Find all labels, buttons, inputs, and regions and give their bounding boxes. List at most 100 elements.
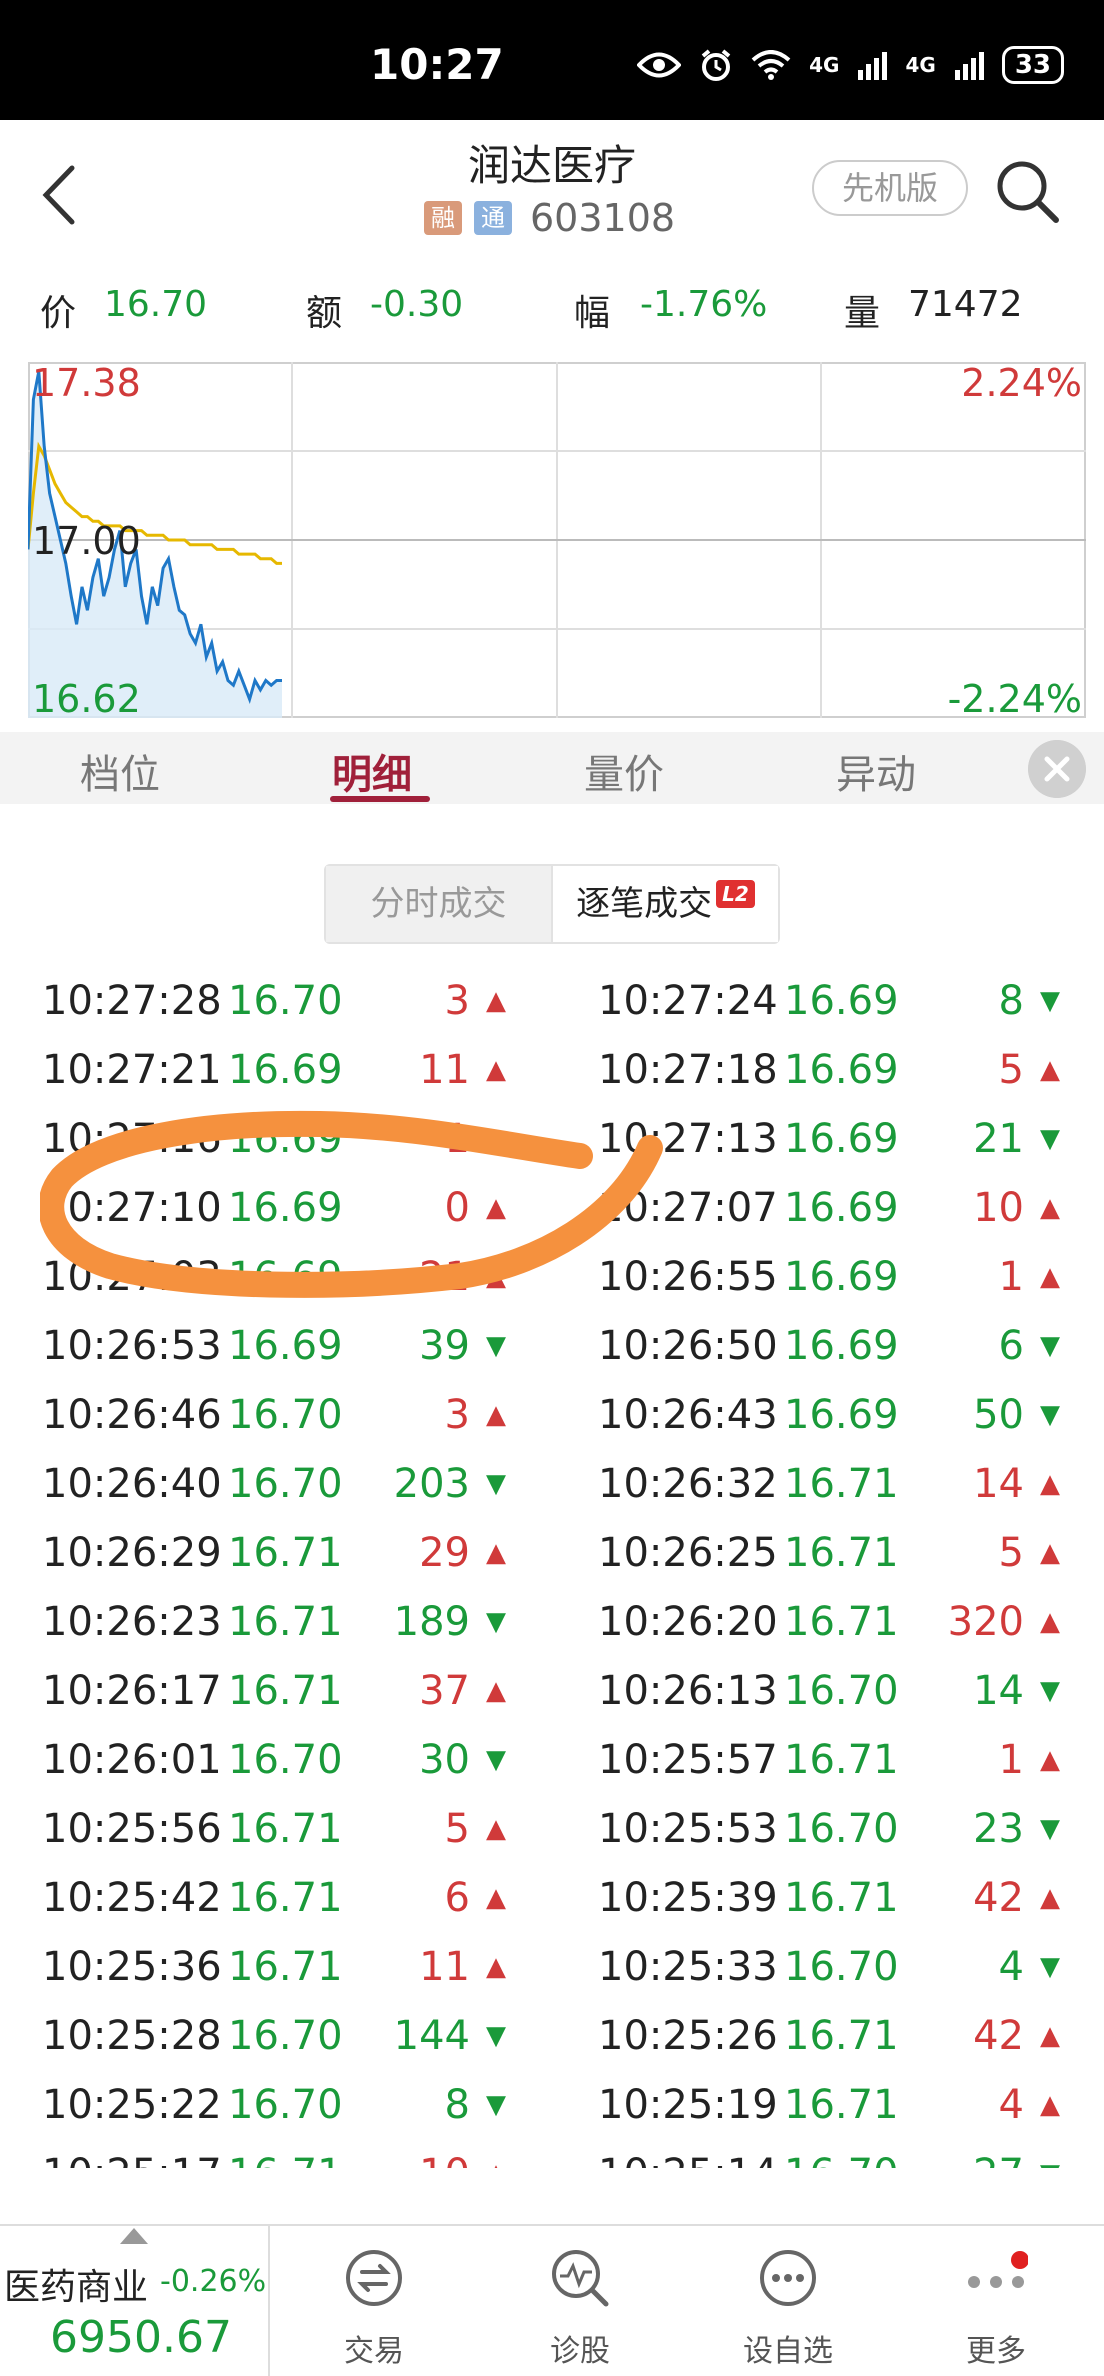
table-row: 10:25:28 16.70 144 ▼ 10:25:26 16.71 42 ▲ [0, 2011, 1104, 2080]
diagnose-icon [552, 2250, 609, 2307]
sector-index-box[interactable]: 医药商业 -0.26% 6950.67 [0, 2226, 270, 2376]
trade-price: 16.71 [784, 1599, 899, 1645]
trade-list[interactable]: 10:27:28 16.70 3 ▲ 10:27:24 16.69 8 ▼ 10:27:21 16… [0, 976, 1104, 2168]
table-row: 10:27:21 16.69 11 ▲ 10:27:18 16.69 5 ▲ [0, 1045, 1104, 1114]
search-icon[interactable] [992, 156, 1062, 226]
close-icon[interactable] [1028, 740, 1086, 798]
down-arrow-icon: ▼ [1040, 1676, 1060, 1706]
eye-icon [637, 52, 682, 78]
trade-price: 16.71 [228, 2151, 348, 2168]
nav-trade[interactable]: 交易 [294, 2226, 454, 2376]
trade-price: 16.70 [228, 2082, 343, 2128]
tick-trades-label: 逐笔成交 [576, 884, 713, 924]
change-label: 幅 [574, 293, 611, 334]
trade-price: 16.71 [784, 1530, 899, 1576]
trade-price: 16.69 [228, 1254, 343, 1300]
nav-diagnose[interactable]: 诊股 [500, 2226, 660, 2376]
minute-trades-option[interactable]: 分时成交 [326, 866, 553, 942]
status-bar: 10:27 4G 4G 33 [0, 0, 1104, 120]
amount-label: 额 [306, 293, 343, 334]
down-arrow-icon: ▼ [1040, 1124, 1060, 1154]
trade-volume: 1 [444, 1116, 470, 1162]
table-row: 10:27:10 16.69 0 ▲ 10:27:07 16.69 10 ▲ [0, 1183, 1104, 1252]
trade-volume: 6 [444, 1875, 470, 1921]
trade-volume: 144 [393, 2013, 470, 2059]
signal-bars-icon-2 [954, 52, 984, 80]
trade-mode-toggle: 分时成交 逐笔成交 L2 [324, 864, 780, 944]
nav-add-watchlist[interactable]: 设自选 [708, 2226, 868, 2376]
trade-volume: 4 [998, 2082, 1024, 2128]
trade-volume: 3 [444, 978, 470, 1024]
up-arrow-icon: ▲ [486, 1400, 506, 1430]
trade-price: 16.69 [784, 1185, 899, 1231]
table-row: 10:27:16 16.69 1 ▲ 10:27:13 16.69 21 ▼ [0, 1114, 1104, 1183]
table-row: 10:25:56 16.71 5 ▲ 10:25:53 16.70 23 ▼ [0, 1804, 1104, 1873]
tab-details[interactable]: 明细 [332, 742, 412, 800]
down-arrow-icon: ▼ [486, 2021, 506, 2051]
trade-price: 16.70 [784, 1806, 899, 1852]
up-arrow-icon: ▲ [486, 1055, 506, 1085]
trade-price: 16.69 [228, 1047, 343, 1093]
trade-volume: 1 [998, 1737, 1024, 1783]
trade-price: 16.69 [228, 1323, 343, 1369]
wifi-icon [751, 50, 791, 80]
sector-change: -0.26% [160, 2264, 267, 2299]
trade-price: 16.69 [228, 1185, 343, 1231]
nav-add-watchlist-label: 设自选 [743, 2334, 833, 2369]
nav-more[interactable]: 更多 [916, 2226, 1076, 2376]
more-dots-circle-icon [760, 2250, 816, 2306]
price-value: 16.70 [104, 284, 208, 325]
trade-volume: 37 [419, 1668, 470, 1714]
y-low-label: 16.62 [32, 677, 141, 718]
preview-version-button[interactable]: 先机版 [812, 160, 968, 216]
tab-order-book[interactable]: 档位 [80, 742, 160, 800]
up-arrow-icon: ▲ [486, 1952, 506, 1982]
down-arrow-icon: ▼ [1040, 1952, 1060, 1982]
bottom-bar: 医药商业 -0.26% 6950.67 交易 诊股 设自选 更多 [0, 2224, 1104, 2376]
trade-volume: 23 [973, 1806, 1024, 1852]
trade-price: 16.69 [784, 1254, 899, 1300]
signal-icon-1: 4G [809, 53, 840, 77]
down-arrow-icon: ▼ [486, 2090, 506, 2120]
up-arrow-icon: ▲ [1040, 1745, 1060, 1775]
y-high-label: 17.38 [32, 362, 141, 405]
trade-volume: 14 [973, 1668, 1024, 1714]
table-row: 10:26:17 16.71 37 ▲ 10:26:13 16.70 14 ▼ [0, 1666, 1104, 1735]
table-row: 10:27:03 16.69 21 ▲ 10:26:55 16.69 1 ▲ [0, 1252, 1104, 1321]
trade-price: 16.71 [784, 2082, 899, 2128]
trade-volume: 189 [393, 1599, 470, 1645]
tab-volume-price[interactable]: 量价 [584, 742, 664, 800]
status-time: 10:27 [370, 40, 504, 89]
expand-caret-icon[interactable] [120, 2228, 148, 2244]
trade-price: 16.71 [228, 1944, 343, 1990]
trade-volume: 11 [419, 1047, 470, 1093]
trade-price: 16.70 [784, 1668, 899, 1714]
down-arrow-icon: ▼ [1040, 1400, 1060, 1430]
tick-trades-option[interactable]: 逐笔成交 L2 [553, 866, 778, 942]
active-tab-indicator [330, 796, 430, 802]
volume-value: 71472 [908, 284, 1023, 325]
trade-price: 16.71 [784, 1737, 899, 1783]
pct-low-label: -2.24% [948, 677, 1082, 718]
trade-price: 16.69 [784, 978, 899, 1024]
intraday-chart[interactable]: 17.38 17.00 16.62 2.24% -2.24% [28, 362, 1086, 718]
trade-volume: 8 [998, 978, 1024, 1024]
tab-anomaly[interactable]: 异动 [836, 742, 916, 800]
y-mid-label: 17.00 [32, 519, 141, 563]
table-row: 10:26:01 16.70 30 ▼ 10:25:57 16.71 1 ▲ [0, 1735, 1104, 1804]
trade-volume: 5 [998, 1047, 1024, 1093]
up-arrow-icon: ▲ [486, 1193, 506, 1223]
trade-volume: 320 [947, 1599, 1024, 1645]
up-arrow-icon: ▲ [486, 1814, 506, 1844]
trade-volume: 42 [973, 2013, 1024, 2059]
table-row: 10:27:28 16.70 3 ▲ 10:27:24 16.69 8 ▼ [0, 976, 1104, 1045]
trade-volume: 3 [444, 1392, 470, 1438]
up-arrow-icon: ▲ [486, 1262, 506, 1292]
down-arrow-icon: ▼ [1040, 1814, 1060, 1844]
battery-icon: 33 [1001, 46, 1064, 84]
table-row: 10:26:53 16.69 39 ▼ 10:26:50 16.69 6 ▼ [0, 1321, 1104, 1390]
nav-trade-label: 交易 [344, 2334, 404, 2369]
trade-price: 16.71 [784, 1875, 899, 1921]
signal-bars-icon [858, 52, 888, 80]
price-label: 价 [40, 293, 77, 334]
